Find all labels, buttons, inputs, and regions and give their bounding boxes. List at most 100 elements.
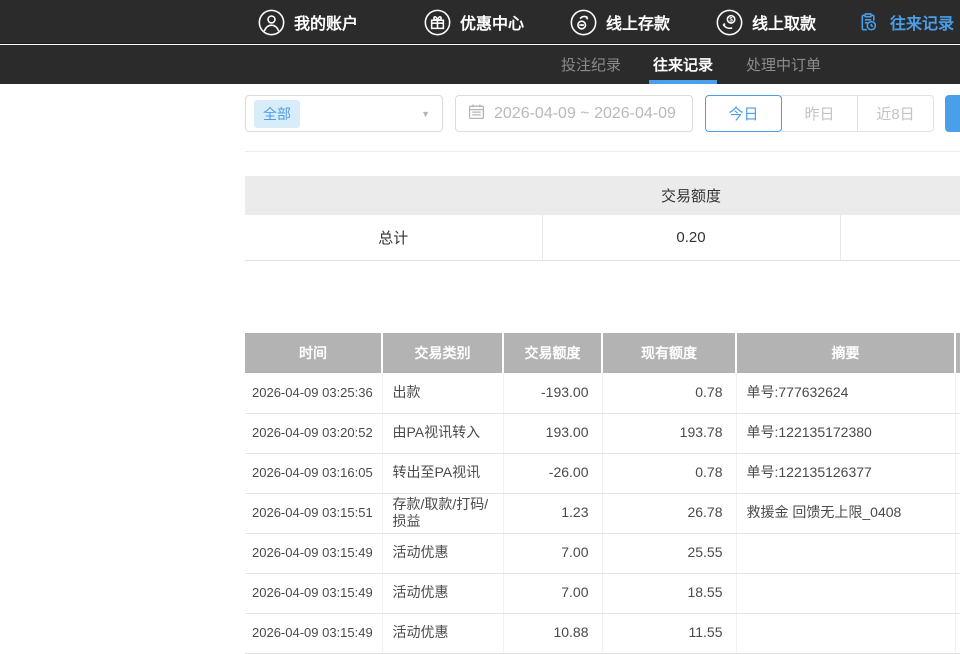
column-header-type: 交易类别 xyxy=(382,333,503,373)
table-row: 2026-04-09 03:15:49活动优惠10.8811.55 xyxy=(245,613,960,653)
transactions-tbody: 2026-04-09 03:25:36出款-193.000.78单号:77763… xyxy=(245,373,960,653)
summary-total-value: 0.20 xyxy=(542,215,840,260)
cell-time: 2026-04-09 03:20:52 xyxy=(245,413,382,453)
transaction-type-dropdown[interactable]: 全部 ▼ xyxy=(245,95,443,132)
cell-amount: -26.00 xyxy=(503,453,602,493)
cell-balance: 11.55 xyxy=(602,613,736,653)
cell-clipped xyxy=(955,613,960,653)
gift-icon xyxy=(424,9,451,36)
date-range-input[interactable]: 2026-04-09 ~ 2026-04-09 xyxy=(455,95,693,132)
nav-item-online-withdrawal[interactable]: $ 线上取款 xyxy=(716,0,816,44)
tab-label: 往来记录 xyxy=(653,54,713,75)
cell-clipped xyxy=(955,373,960,413)
nav-item-online-deposit[interactable]: 线上存款 xyxy=(570,0,670,44)
section-divider xyxy=(245,151,960,152)
nav-item-label: 线上取款 xyxy=(752,10,816,34)
cell-summary: 单号:122135126377 xyxy=(736,453,955,493)
cell-summary xyxy=(736,533,955,573)
cell-type: 出款 xyxy=(382,373,503,413)
cell-balance: 18.55 xyxy=(602,573,736,613)
nav-item-my-account[interactable]: 我的账户 xyxy=(258,0,358,44)
cell-balance: 193.78 xyxy=(602,413,736,453)
cell-summary xyxy=(736,573,955,613)
cell-type: 存款/取款/打码/损益 xyxy=(382,493,503,533)
column-header-summary: 摘要 xyxy=(736,333,955,373)
cell-clipped xyxy=(955,573,960,613)
cell-balance: 0.78 xyxy=(602,453,736,493)
cell-time: 2026-04-09 03:25:36 xyxy=(245,373,382,413)
cell-amount: 10.88 xyxy=(503,613,602,653)
calendar-icon xyxy=(468,103,485,125)
column-header-balance: 现有额度 xyxy=(602,333,736,373)
table-row: 2026-04-09 03:25:36出款-193.000.78单号:77763… xyxy=(245,373,960,413)
summary-total-label: 总计 xyxy=(245,215,542,260)
column-header-clipped xyxy=(955,333,960,373)
summary-table: 交易额度 总计 0.20 xyxy=(245,176,960,261)
column-header-amount: 交易额度 xyxy=(503,333,602,373)
last-8-days-button[interactable]: 近8日 xyxy=(857,95,934,132)
search-button[interactable] xyxy=(945,95,960,132)
cell-clipped xyxy=(955,453,960,493)
cell-type: 活动优惠 xyxy=(382,573,503,613)
cell-time: 2026-04-09 03:16:05 xyxy=(245,453,382,493)
cell-clipped xyxy=(955,493,960,533)
records-tab-bar: 投注纪录 往来记录 处理中订单 xyxy=(0,45,960,84)
cell-summary xyxy=(736,613,955,653)
cell-balance: 26.78 xyxy=(602,493,736,533)
cell-time: 2026-04-09 03:15:49 xyxy=(245,613,382,653)
tab-betting-records[interactable]: 投注纪录 xyxy=(561,45,621,84)
cell-balance: 25.55 xyxy=(602,533,736,573)
cell-time: 2026-04-09 03:15:49 xyxy=(245,573,382,613)
cell-summary: 救援金 回馈无上限_0408 xyxy=(736,493,955,533)
table-row: 2026-04-09 03:15:49活动优惠7.0025.55 xyxy=(245,533,960,573)
transactions-header-row: 时间 交易类别 交易额度 现有额度 摘要 xyxy=(245,333,960,373)
records-icon xyxy=(854,9,881,36)
column-header-time: 时间 xyxy=(245,333,382,373)
top-navigation-bar: 我的账户 优惠中心 线上存款 xyxy=(0,0,960,44)
filter-row: 全部 ▼ 2026-04-09 ~ 2026-04-09 今日 昨日 近8日 xyxy=(245,84,960,154)
cell-summary: 单号:122135172380 xyxy=(736,413,955,453)
cell-amount: 7.00 xyxy=(503,533,602,573)
cell-time: 2026-04-09 03:15:51 xyxy=(245,493,382,533)
summary-header-spacer xyxy=(245,176,542,215)
tab-transaction-records[interactable]: 往来记录 xyxy=(653,45,713,84)
user-icon xyxy=(258,9,285,36)
tab-label: 投注纪录 xyxy=(561,54,621,75)
chevron-down-icon: ▼ xyxy=(421,109,430,119)
tab-label: 处理中订单 xyxy=(746,54,821,75)
cell-clipped xyxy=(955,413,960,453)
nav-item-promotions[interactable]: 优惠中心 xyxy=(424,0,524,44)
cell-type: 转出至PA视讯 xyxy=(382,453,503,493)
cell-summary: 单号:777632624 xyxy=(736,373,955,413)
date-range-value: 2026-04-09 ~ 2026-04-09 xyxy=(494,105,676,123)
main-content: 全部 ▼ 2026-04-09 ~ 2026-04-09 今日 昨日 近8日 xyxy=(245,84,960,154)
nav-item-label: 线上存款 xyxy=(606,10,670,34)
yesterday-button[interactable]: 昨日 xyxy=(781,95,858,132)
cell-clipped xyxy=(955,533,960,573)
nav-item-label: 往来记录 xyxy=(890,10,954,34)
deposit-icon xyxy=(570,9,597,36)
withdraw-icon: $ xyxy=(716,9,743,36)
tab-processing-orders[interactable]: 处理中订单 xyxy=(746,45,821,84)
cell-amount: -193.00 xyxy=(503,373,602,413)
nav-item-label: 我的账户 xyxy=(294,10,358,34)
table-row: 2026-04-09 03:15:51存款/取款/打码/损益1.2326.78救… xyxy=(245,493,960,533)
cell-amount: 193.00 xyxy=(503,413,602,453)
transactions-table: 时间 交易类别 交易额度 现有额度 摘要 2026-04-09 03:25:36… xyxy=(245,333,960,654)
cell-type: 活动优惠 xyxy=(382,533,503,573)
nav-item-label: 优惠中心 xyxy=(460,10,524,34)
today-button[interactable]: 今日 xyxy=(705,95,782,132)
cell-amount: 1.23 xyxy=(503,493,602,533)
cell-time: 2026-04-09 03:15:49 xyxy=(245,533,382,573)
quick-range-buttons: 今日 昨日 近8日 xyxy=(705,95,934,132)
summary-empty-cell xyxy=(840,215,960,260)
table-row: 2026-04-09 03:16:05转出至PA视讯-26.000.78单号:1… xyxy=(245,453,960,493)
table-row: 2026-04-09 03:15:49活动优惠7.0018.55 xyxy=(245,573,960,613)
summary-header-amount: 交易额度 xyxy=(542,176,840,215)
summary-total-row: 总计 0.20 xyxy=(245,215,960,260)
nav-item-transaction-records[interactable]: 往来记录 xyxy=(854,0,954,44)
selected-filter-tag: 全部 xyxy=(254,100,300,128)
cell-type: 由PA视讯转入 xyxy=(382,413,503,453)
summary-header-row: 交易额度 xyxy=(245,176,960,215)
cell-balance: 0.78 xyxy=(602,373,736,413)
